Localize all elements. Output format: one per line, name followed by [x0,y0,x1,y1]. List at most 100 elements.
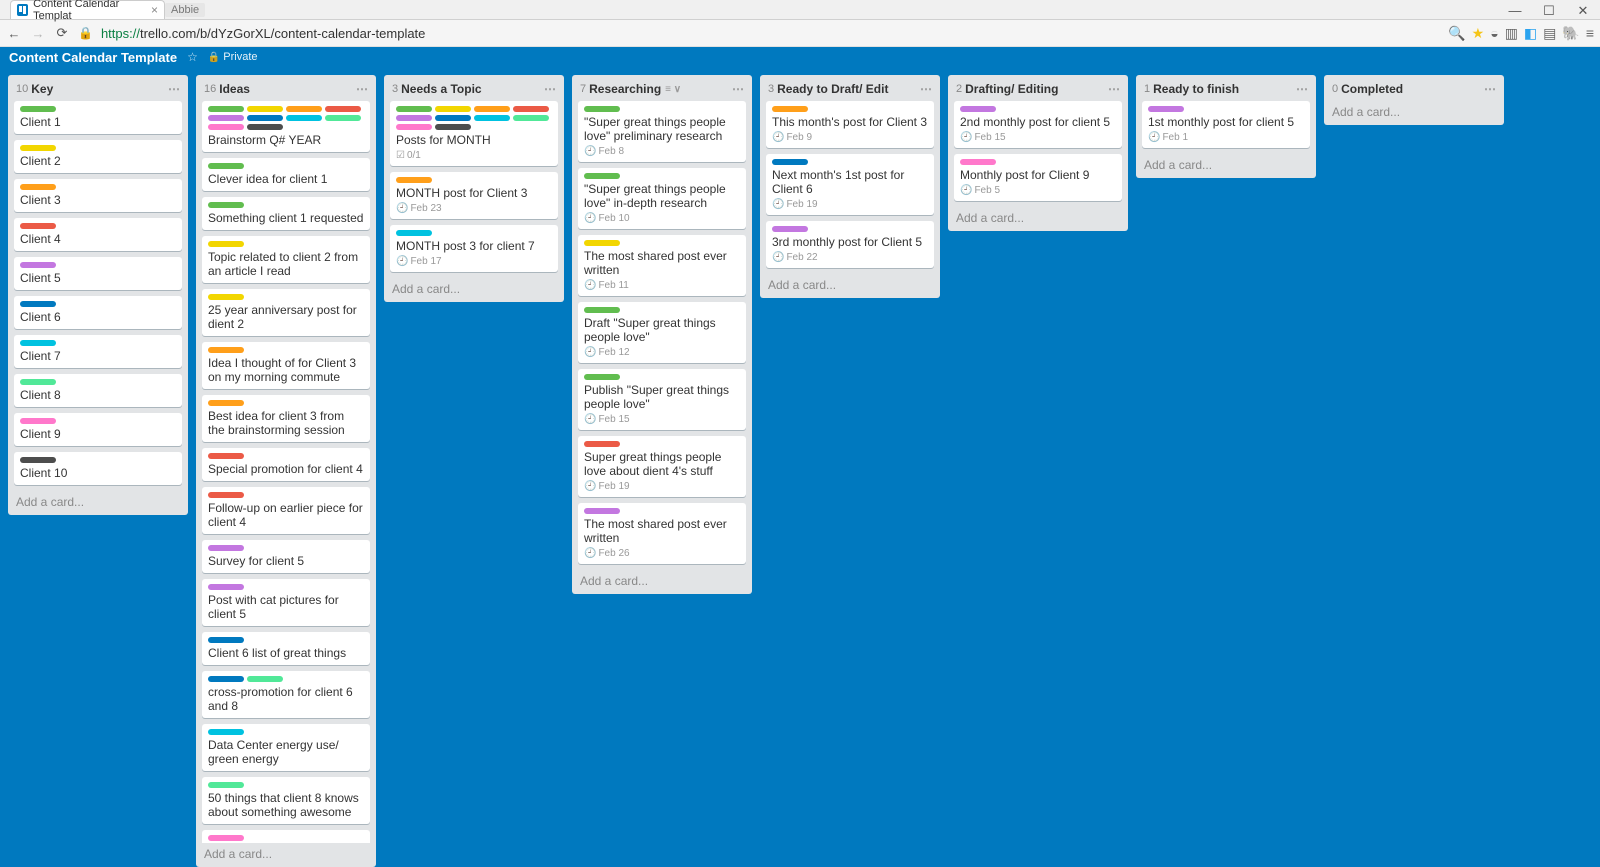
card[interactable]: Special promotion for client 4 [202,448,370,481]
card[interactable]: MONTH post for Client 3Feb 23 [390,172,558,219]
card-labels [20,379,176,385]
add-card-link[interactable]: Add a card... [766,274,934,292]
close-tab-icon[interactable]: × [151,3,158,17]
url-display[interactable]: https://trello.com/b/dYzGorXL/content-ca… [101,26,425,41]
card[interactable]: Monthly post for Client 9Feb 5 [954,154,1122,201]
list-header[interactable]: 3Ready to Draft/ Edit⋯ [766,80,934,101]
card[interactable]: 2nd monthly post for client 5Feb 15 [954,101,1122,148]
card[interactable]: Client 10 [14,452,182,485]
card[interactable]: Client 6 [14,296,182,329]
card[interactable]: Client 1 [14,101,182,134]
card[interactable]: MONTH post 3 for client 7Feb 17 [390,225,558,272]
card[interactable]: Follow-up on earlier piece for client 4 [202,487,370,534]
add-card-link[interactable]: Add a card... [578,570,746,588]
add-card-link[interactable]: Add a card... [1330,101,1498,119]
list-menu-icon[interactable]: ⋯ [732,82,744,96]
list-menu-icon[interactable]: ⋯ [544,82,556,96]
minimize-button[interactable]: — [1498,3,1532,19]
list-menu-icon[interactable]: ⋯ [356,82,368,96]
list-header[interactable]: 0Completed⋯ [1330,80,1498,101]
add-card-link[interactable]: Add a card... [954,207,1122,225]
card[interactable]: Best idea for client 3 from the brainsto… [202,395,370,442]
pocket-icon[interactable]: ◒ [1490,25,1498,41]
list-header[interactable]: 2Drafting/ Editing⋯ [954,80,1122,101]
list-menu-icon[interactable]: ⋯ [1108,82,1120,96]
card-labels [396,230,552,236]
ext-icon-1[interactable]: ▥ [1505,25,1518,42]
list: 7Researching≡ ∨⋯"Super great things peop… [572,75,752,594]
list-header[interactable]: 1Ready to finish⋯ [1142,80,1310,101]
card[interactable]: Post with video clips for client 9 [202,830,370,843]
list-menu-icon[interactable]: ⋯ [920,82,932,96]
list-menu-icon[interactable]: ⋯ [1484,82,1496,96]
card[interactable]: Client 2 [14,140,182,173]
card[interactable]: Data Center energy use/ green energy [202,724,370,771]
card[interactable]: Client 4 [14,218,182,251]
add-card-link[interactable]: Add a card... [202,843,370,861]
card[interactable]: "Super great things people love" prelimi… [578,101,746,162]
ext-icon-2[interactable]: ◧ [1524,25,1537,42]
back-button[interactable]: ← [6,26,22,41]
card[interactable]: Brainstorm Q# YEAR [202,101,370,152]
card[interactable]: The most shared post ever writtenFeb 11 [578,235,746,296]
maximize-button[interactable]: ☐ [1532,3,1566,19]
card[interactable]: Something client 1 requested [202,197,370,230]
board-canvas[interactable]: 10Key⋯Client 1 Client 2 Client 3 Client 4 Cl… [0,67,1600,867]
card[interactable]: Survey for client 5 [202,540,370,573]
card[interactable]: Client 6 list of great things [202,632,370,665]
card-title: Draft "Super great things people love" [584,316,740,344]
card[interactable]: Post with cat pictures for client 5 [202,579,370,626]
card-labels [208,163,364,169]
bookmark-star-icon[interactable]: ★ [1472,25,1485,42]
board-visibility[interactable]: Private [208,51,258,63]
card[interactable]: Publish "Super great things people love"… [578,369,746,430]
card[interactable]: Client 5 [14,257,182,290]
card[interactable]: Clever idea for client 1 [202,158,370,191]
add-card-link[interactable]: Add a card... [1142,154,1310,172]
card[interactable]: "Super great things people love" in-dept… [578,168,746,229]
card[interactable]: Topic related to client 2 from an articl… [202,236,370,283]
card[interactable]: Draft "Super great things people love"Fe… [578,302,746,363]
card[interactable]: Posts for MONTH0/1 [390,101,558,166]
ext-icon-3[interactable]: ▤ [1543,25,1556,42]
card[interactable]: cross-promotion for client 6 and 8 [202,671,370,718]
card[interactable]: 3rd monthly post for Client 5Feb 22 [766,221,934,268]
list-menu-icon[interactable]: ⋯ [1296,82,1308,96]
card[interactable]: This month's post for Client 3Feb 9 [766,101,934,148]
card-label [584,508,620,514]
list-header[interactable]: 16Ideas⋯ [202,80,370,101]
card[interactable]: The most shared post ever writtenFeb 26 [578,503,746,564]
card[interactable]: 50 things that client 8 knows about some… [202,777,370,824]
card[interactable]: 25 year anniversary post for dient 2 [202,289,370,336]
card[interactable]: Client 8 [14,374,182,407]
card[interactable]: Client 3 [14,179,182,212]
card[interactable]: 1st monthly post for client 5Feb 1 [1142,101,1310,148]
chrome-menu-icon[interactable]: ≡ [1586,25,1594,41]
add-card-link[interactable]: Add a card... [14,491,182,509]
card[interactable]: Client 7 [14,335,182,368]
list-header[interactable]: 10Key⋯ [14,80,182,101]
list-header[interactable]: 7Researching≡ ∨⋯ [578,80,746,101]
card-label [435,106,471,112]
card[interactable]: Idea I thought of for Client 3 on my mor… [202,342,370,389]
evernote-icon[interactable]: 🐘 [1562,25,1579,42]
list-header[interactable]: 3Needs a Topic⋯ [390,80,558,101]
zoom-icon[interactable]: 🔍 [1448,25,1465,42]
card-title: Special promotion for client 4 [208,462,364,476]
add-card-link[interactable]: Add a card... [390,278,558,296]
board-name[interactable]: Content Calendar Template [9,50,177,65]
close-window-button[interactable]: ✕ [1566,3,1600,19]
reload-button[interactable]: ⟳ [54,25,70,41]
due-date-badge: Feb 1 [1148,132,1188,143]
card-labels [584,173,740,179]
card[interactable]: Next month's 1st post for Client 6Feb 19 [766,154,934,215]
card-title: Client 10 [20,466,176,480]
star-board-icon[interactable]: ☆ [187,50,198,64]
chrome-user-badge[interactable]: Abbie [165,3,205,17]
forward-button[interactable]: → [30,26,46,41]
card[interactable]: Super great things people love about die… [578,436,746,497]
list-menu-icon[interactable]: ⋯ [168,82,180,96]
card[interactable]: Client 9 [14,413,182,446]
card-label [20,145,56,151]
browser-tab[interactable]: Content Calendar Templat × [10,0,165,19]
